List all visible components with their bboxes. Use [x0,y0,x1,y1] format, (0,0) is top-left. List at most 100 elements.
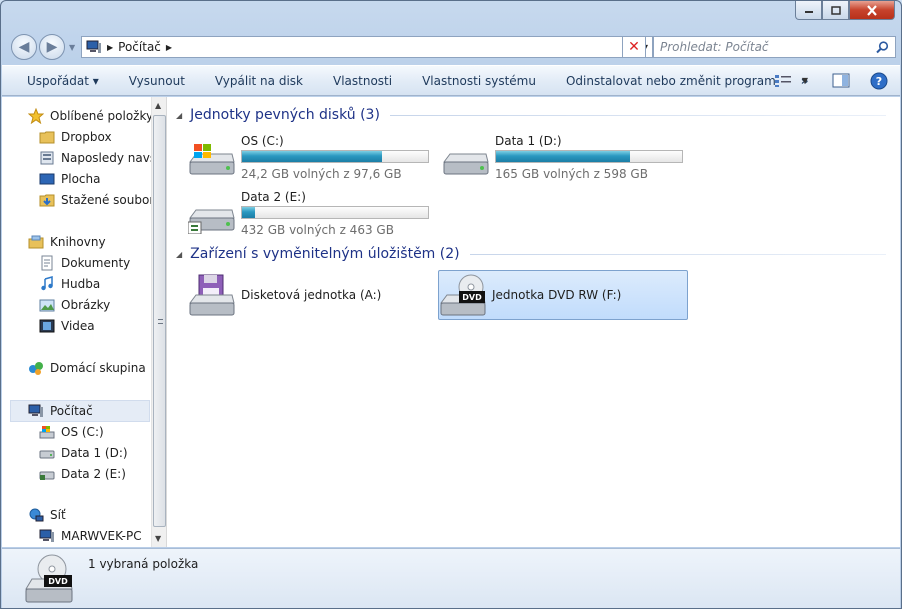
hdd-group-title: Jednotky pevných disků (3) [190,107,380,123]
view-dropdown-icon[interactable]: ▼ [802,76,808,85]
drive-d[interactable]: Data 1 (D:) 165 GB volných z 598 GB [442,134,687,186]
minimize-button[interactable] [795,1,822,20]
sidebar-item-desktop[interactable]: Plocha [39,169,100,189]
burn-button[interactable]: Vypálit na disk [200,66,318,95]
explorer-window: ◀ ▶ ▼ ▶ Počítač ▶ ▼ ✕ Prohledat: Počítač… [0,0,902,609]
scroll-grip-icon [158,319,163,324]
computer-icon [39,529,54,542]
system-properties-button[interactable]: Vlastnosti systému [407,66,551,95]
scrollbar-thumb[interactable] [153,115,166,527]
computer-icon [28,404,43,417]
device-name: Disketová jednotka (A:) [241,288,382,302]
breadcrumb-computer[interactable]: Počítač [118,40,161,54]
svg-text:?: ? [876,75,882,88]
folder-icon [39,131,55,144]
documents-icon [41,255,53,271]
device-name: Jednotka DVD RW (F:) [492,288,622,302]
search-icon[interactable] [876,41,889,54]
content-area: Oblíbené položky Dropbox Naposledy navšt… [2,97,900,547]
drive-free-space: 432 GB volných z 463 GB [241,223,394,237]
drive-c[interactable]: OS (C:) 24,2 GB volných z 97,6 GB [188,134,433,186]
removable-group-title: Zařízení s vyměnitelným úložištěm (2) [190,246,460,262]
capacity-bar [495,150,683,163]
help-icon[interactable]: ? [870,72,888,90]
dvd-drive[interactable]: DVD Jednotka DVD RW (F:) [438,270,688,320]
sidebar-item-drive-c[interactable]: OS (C:) [39,422,104,442]
capacity-bar [241,150,429,163]
forward-button[interactable]: ▶ [39,34,65,60]
preview-pane-icon[interactable] [832,73,850,88]
breadcrumb-separator-icon[interactable]: ▶ [107,43,113,52]
details-pane: DVD 1 vybraná položka [2,548,900,608]
sidebar-item-libraries[interactable]: Knihovny [28,232,106,252]
collapse-group-icon[interactable]: ◢ [176,111,182,120]
floppy-drive-icon [189,274,235,316]
sidebar-item-dropbox[interactable]: Dropbox [39,127,112,147]
group-divider [469,253,886,255]
sidebar-item-pictures[interactable]: Obrázky [39,295,110,315]
sidebar-item-label: Stažené soubory [61,193,151,207]
back-button[interactable]: ◀ [11,34,37,60]
sidebar-item-label: Videa [61,319,95,333]
sidebar-item-drive-e[interactable]: Data 2 (E:) [39,464,126,484]
sidebar-item-drive-d[interactable]: Data 1 (D:) [39,443,128,463]
music-icon [41,276,53,291]
sidebar-item-favorites[interactable]: Oblíbené položky [28,106,151,126]
forward-arrow-icon: ▶ [46,39,58,55]
search-input[interactable]: Prohledat: Počítač [653,36,896,58]
collapse-group-icon[interactable]: ◢ [176,250,182,259]
sidebar-item-label: Počítač [50,404,93,418]
dvd-badge: DVD [48,577,68,586]
breadcrumb-separator-icon[interactable]: ▶ [166,43,172,52]
drive-free-space: 24,2 GB volných z 97,6 GB [241,167,402,181]
address-bar[interactable]: ▶ Počítač ▶ ▼ [81,36,653,58]
organize-button[interactable]: Uspořádat ▾ [2,66,114,95]
back-arrow-icon: ◀ [18,39,30,55]
navigation-scrollbar[interactable]: ▲ ▼ [151,97,167,547]
uninstall-program-button[interactable]: Odinstalovat nebo změnit program [551,66,791,95]
command-bar: Uspořádat ▾ Vysunout Vypálit na disk Vla… [2,65,900,96]
hard-drive-icon [39,471,55,480]
sidebar-item-label: Data 1 (D:) [61,446,128,460]
sidebar-item-label: Obrázky [61,298,111,312]
scroll-down-icon[interactable]: ▼ [155,534,161,543]
drive-free-space: 165 GB volných z 598 GB [495,167,648,181]
sidebar-item-recent[interactable]: Naposledy navští [39,148,151,168]
computer-icon [86,40,101,53]
drive-e[interactable]: Data 2 (E:) 432 GB volných z 463 GB [188,190,433,242]
sidebar-item-homegroup[interactable]: Domácí skupina [28,358,146,378]
close-button[interactable] [849,1,895,20]
capacity-bar [241,206,429,219]
capacity-bar-fill [242,207,256,218]
scroll-up-icon[interactable]: ▲ [155,101,161,110]
drive-name: OS (C:) [241,134,284,148]
sidebar-item-documents[interactable]: Dokumenty [39,253,130,273]
floppy-drive[interactable]: Disketová jednotka (A:) [188,271,428,321]
sidebar-item-network[interactable]: Síť [28,505,66,525]
sidebar-item-marwvek-pc[interactable]: MARWVEK-PC [39,526,142,546]
maximize-button[interactable] [822,1,849,20]
view-options-icon[interactable] [774,74,792,88]
removable-group-header[interactable]: ◢ Zařízení s vyměnitelným úložištěm (2) [176,246,886,262]
sidebar-item-label: Knihovny [50,235,106,249]
navigation-pane[interactable]: Oblíbené položky Dropbox Naposledy navšt… [2,97,151,547]
sidebar-item-downloads[interactable]: Stažené soubory [39,190,151,210]
videos-icon [39,319,55,333]
capacity-bar-fill [242,151,382,162]
sidebar-item-label: Plocha [61,172,101,186]
stop-button[interactable]: ✕ [622,36,646,58]
sidebar-item-computer[interactable]: Počítač [28,401,93,421]
eject-button[interactable]: Vysunout [114,66,200,95]
maximize-icon [830,5,841,15]
libraries-icon [28,235,44,249]
desktop-icon [39,173,55,185]
sidebar-item-label: Dokumenty [61,256,131,270]
toolbar-right: ▼ ? [774,66,888,95]
sidebar-item-label: Domácí skupina [50,361,146,375]
hdd-group-header[interactable]: ◢ Jednotky pevných disků (3) [176,107,886,123]
recent-pages-dropdown[interactable]: ▼ [69,43,75,52]
system-drive-icon [189,144,235,175]
sidebar-item-music[interactable]: Hudba [39,274,100,294]
sidebar-item-videos[interactable]: Videa [39,316,95,336]
properties-button[interactable]: Vlastnosti [318,66,407,95]
